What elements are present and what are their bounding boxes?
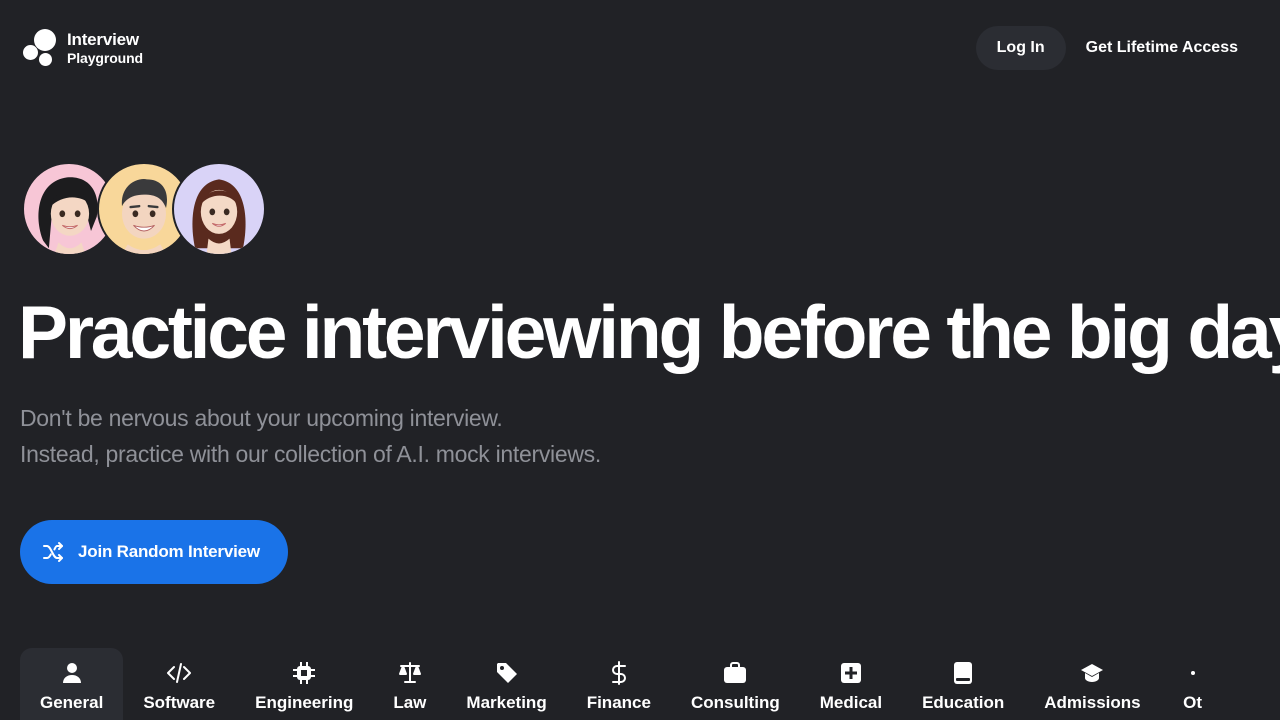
tab-label: Consulting xyxy=(690,693,780,712)
login-button[interactable]: Log In xyxy=(975,26,1066,70)
tab-law[interactable]: Law xyxy=(373,648,446,720)
briefcase-icon xyxy=(723,661,747,685)
code-icon xyxy=(167,661,192,685)
book-icon xyxy=(951,661,975,685)
logo-line2: Playground xyxy=(67,50,144,66)
tab-label: Marketing xyxy=(466,693,547,712)
tab-label: Ot xyxy=(1183,693,1203,712)
tab-label: Engineering xyxy=(255,693,354,712)
tab-label: Finance xyxy=(586,693,651,712)
header-nav: Log In Get Lifetime Access xyxy=(975,26,1258,70)
tab-label: Admissions xyxy=(1044,693,1141,712)
tab-marketing[interactable]: Marketing xyxy=(446,648,566,720)
user-icon xyxy=(60,661,84,685)
shuffle-icon xyxy=(41,540,65,564)
tab-engineering[interactable]: Engineering xyxy=(235,648,373,720)
medical-plus-icon xyxy=(839,661,863,685)
hero-subtitle: Don't be nervous about your upcoming int… xyxy=(20,400,601,472)
join-random-interview-button[interactable]: Join Random Interview xyxy=(20,520,288,584)
hero-subtitle-line1: Don't be nervous about your upcoming int… xyxy=(20,405,503,431)
logo-text: Interview Playground xyxy=(67,31,143,65)
dots-icon xyxy=(1181,661,1205,685)
scale-icon xyxy=(398,661,422,685)
tab-label: Education xyxy=(922,693,1005,712)
tab-general[interactable]: General xyxy=(20,648,124,720)
tab-label: Software xyxy=(143,693,216,712)
category-tabs: General Software Engineering Law Marketi xyxy=(20,648,1280,720)
tab-medical[interactable]: Medical xyxy=(800,648,902,720)
hero-subtitle-line2: Instead, practice with our collection of… xyxy=(20,441,601,467)
interviewer-avatars xyxy=(22,162,272,258)
logo-line1: Interview xyxy=(67,30,139,49)
dollar-icon xyxy=(607,661,631,685)
avatar-woman-brown-hair xyxy=(172,162,266,256)
lifetime-access-button[interactable]: Get Lifetime Access xyxy=(1066,26,1258,70)
cta-label: Join Random Interview xyxy=(78,542,260,561)
graduation-cap-icon xyxy=(1080,661,1104,685)
tab-label: Medical xyxy=(819,693,883,712)
tab-education[interactable]: Education xyxy=(902,648,1024,720)
tab-consulting[interactable]: Consulting xyxy=(671,648,800,720)
tab-software[interactable]: Software xyxy=(123,648,235,720)
tab-label: Law xyxy=(393,693,427,712)
chip-icon xyxy=(292,661,316,685)
hero-headline: Practice interviewing before the big day xyxy=(18,290,1280,374)
logo-mark-icon xyxy=(22,28,58,68)
tab-other[interactable]: Ot xyxy=(1161,648,1225,720)
page: Interview Playground Log In Get Lifetime… xyxy=(0,0,1280,720)
tab-admissions[interactable]: Admissions xyxy=(1024,648,1160,720)
tag-icon xyxy=(495,661,519,685)
tab-label: General xyxy=(40,693,104,712)
brand-logo[interactable]: Interview Playground xyxy=(22,28,143,68)
tab-finance[interactable]: Finance xyxy=(567,648,671,720)
